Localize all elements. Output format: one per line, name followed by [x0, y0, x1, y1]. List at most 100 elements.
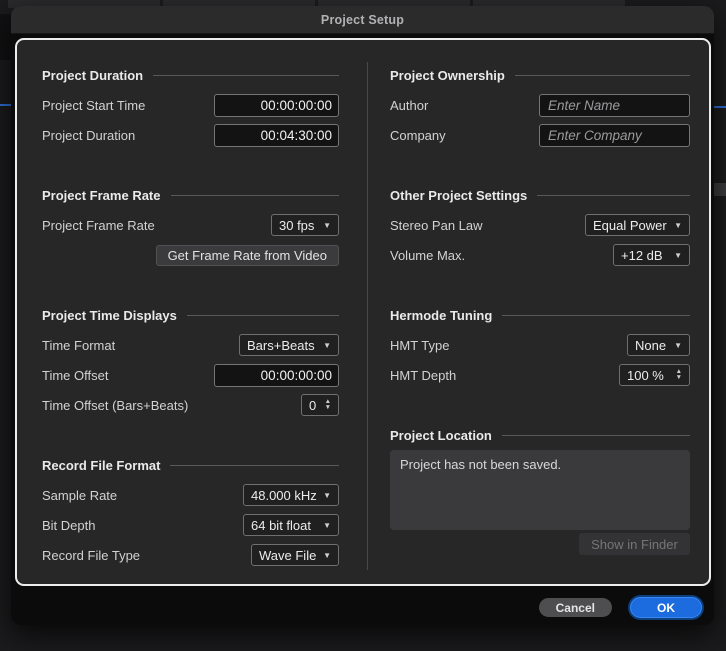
section-rule [170, 195, 339, 196]
field-label: Project Start Time [42, 97, 146, 113]
field-label: Sample Rate [42, 487, 118, 503]
sample-rate-select[interactable]: 48.000 kHz ▼ [243, 484, 339, 506]
selected-value: Equal Power [593, 217, 667, 233]
volume-max-select[interactable]: +12 dB ▼ [613, 244, 690, 266]
field-label: Bit Depth [42, 517, 96, 533]
stepper-arrows: ▲ ▼ [676, 368, 682, 381]
field-label: Author [390, 97, 429, 113]
field-label: Volume Max. [390, 247, 466, 263]
background-fragment [714, 106, 726, 108]
button-label: OK [657, 600, 675, 615]
selected-value: 30 fps [279, 217, 315, 233]
section-title: Project Location [390, 427, 492, 443]
stepper-down-icon[interactable]: ▼ [325, 404, 331, 411]
field-label: Time Offset [42, 367, 109, 383]
section-rule [537, 195, 690, 196]
background-fragment [714, 183, 726, 196]
row-get-frame-rate: Get Frame Rate from Video [42, 240, 339, 270]
hmt-depth-stepper[interactable]: 100 % ▲ ▼ [619, 364, 690, 386]
background-fragment [0, 14, 11, 60]
field-label: Time Offset (Bars+Beats) [42, 397, 189, 413]
section-rule [514, 75, 690, 76]
section-title: Project Frame Rate [42, 187, 161, 203]
section-title: Project Time Displays [42, 307, 177, 323]
author-input[interactable] [539, 93, 690, 117]
time-offset-input[interactable] [214, 363, 339, 387]
row-project-frame-rate: Project Frame Rate 30 fps ▼ [42, 210, 339, 240]
selected-value: 64 bit float [251, 517, 311, 533]
desktop-background: Project Setup Project Duration Project S… [0, 0, 726, 651]
stepper-value: 0 [309, 397, 317, 413]
section-rule [170, 465, 339, 466]
row-time-offset: Time Offset [42, 360, 339, 390]
section-rule [501, 435, 690, 436]
left-column: Project Duration Project Start Time Proj… [42, 40, 339, 584]
field-label: Project Frame Rate [42, 217, 155, 233]
hmt-type-select[interactable]: None ▼ [627, 334, 690, 356]
project-duration-input[interactable] [214, 123, 339, 147]
dropdown-arrow-icon: ▼ [323, 220, 331, 230]
dropdown-arrow-icon: ▼ [674, 340, 682, 350]
dropdown-arrow-icon: ▼ [323, 520, 331, 530]
section-header-project-ownership: Project Ownership [390, 67, 690, 83]
cancel-button[interactable]: Cancel [538, 598, 612, 617]
row-company: Company [390, 120, 690, 150]
section-header-project-time-displays: Project Time Displays [42, 307, 339, 323]
row-author: Author [390, 90, 690, 120]
row-time-format: Time Format Bars+Beats ▼ [42, 330, 339, 360]
dropdown-arrow-icon: ▼ [674, 220, 682, 230]
field-label: Company [390, 127, 446, 143]
dropdown-arrow-icon: ▼ [323, 550, 331, 560]
row-bit-depth: Bit Depth 64 bit float ▼ [42, 510, 339, 540]
field-label: Record File Type [42, 547, 141, 563]
button-label: Cancel [555, 600, 595, 615]
project-frame-rate-select[interactable]: 30 fps ▼ [271, 214, 339, 236]
dropdown-arrow-icon: ▼ [323, 490, 331, 500]
section-rule [502, 315, 690, 316]
stepper-arrows: ▲ ▼ [325, 398, 331, 411]
selected-value: 48.000 kHz [251, 487, 317, 503]
section-header-record-file-format: Record File Format [42, 457, 339, 473]
button-label: Get Frame Rate from Video [167, 247, 327, 263]
dialog-footer: Cancel OK [538, 597, 702, 618]
field-label: Time Format [42, 337, 116, 353]
record-file-type-select[interactable]: Wave File ▼ [251, 544, 339, 566]
field-label: HMT Type [390, 337, 450, 353]
section-title: Record File Format [42, 457, 161, 473]
row-volume-max: Volume Max. +12 dB ▼ [390, 240, 690, 270]
show-in-finder-button[interactable]: Show in Finder [579, 533, 690, 555]
row-sample-rate: Sample Rate 48.000 kHz ▼ [42, 480, 339, 510]
selected-value: +12 dB [621, 247, 663, 263]
field-label: Project Duration [42, 127, 136, 143]
time-format-select[interactable]: Bars+Beats ▼ [239, 334, 339, 356]
ok-button[interactable]: OK [630, 597, 702, 618]
dropdown-arrow-icon: ▼ [674, 250, 682, 260]
row-record-file-type: Record File Type Wave File ▼ [42, 540, 339, 570]
settings-panel: Project Duration Project Start Time Proj… [15, 38, 711, 586]
stepper-down-icon[interactable]: ▼ [676, 374, 682, 381]
dialog-title: Project Setup [320, 12, 405, 27]
section-title: Other Project Settings [390, 187, 528, 203]
get-frame-rate-from-video-button[interactable]: Get Frame Rate from Video [155, 244, 339, 266]
field-label: Stereo Pan Law [390, 217, 483, 233]
bit-depth-select[interactable]: 64 bit float ▼ [243, 514, 339, 536]
row-project-duration: Project Duration [42, 120, 339, 150]
column-divider [367, 62, 368, 570]
row-stereo-pan-law: Stereo Pan Law Equal Power ▼ [390, 210, 690, 240]
section-rule [153, 75, 339, 76]
section-rule [186, 315, 339, 316]
button-label: Show in Finder [591, 536, 678, 552]
time-offset-bars-beats-stepper[interactable]: 0 ▲ ▼ [301, 394, 339, 416]
section-header-hermode-tuning: Hermode Tuning [390, 307, 690, 323]
project-location-status-box: Project has not been saved. [390, 450, 690, 530]
row-hmt-depth: HMT Depth 100 % ▲ ▼ [390, 360, 690, 390]
section-header-project-duration: Project Duration [42, 67, 339, 83]
dialog-titlebar[interactable]: Project Setup [11, 6, 714, 34]
project-start-time-input[interactable] [214, 93, 339, 117]
company-input[interactable] [539, 123, 690, 147]
background-fragment [0, 104, 11, 106]
stepper-value: 100 % [627, 367, 664, 383]
selected-value: Wave File [259, 547, 317, 563]
row-hmt-type: HMT Type None ▼ [390, 330, 690, 360]
stereo-pan-law-select[interactable]: Equal Power ▼ [585, 214, 690, 236]
